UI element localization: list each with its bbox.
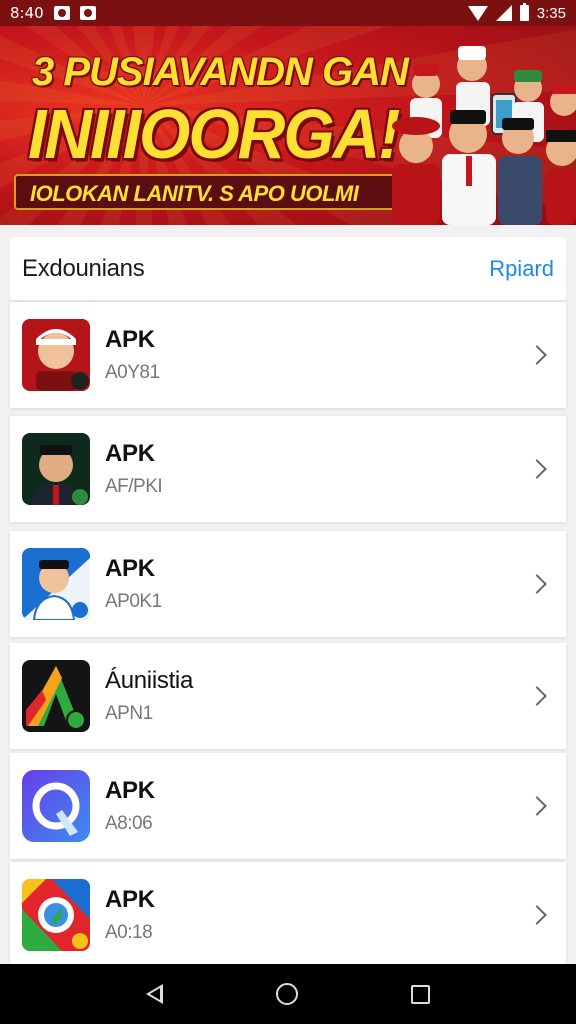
list-title: Exdounians bbox=[22, 254, 145, 282]
app-name: APK bbox=[105, 777, 155, 804]
app-list-item[interactable]: APK A0:18 bbox=[10, 862, 566, 968]
app-subtitle: A0:18 bbox=[105, 922, 153, 943]
green-a-app-icon bbox=[22, 660, 90, 732]
app-name: APK bbox=[105, 555, 155, 582]
back-icon[interactable] bbox=[146, 984, 164, 1004]
gallery-icon bbox=[79, 6, 96, 20]
chevron-right-icon bbox=[527, 796, 547, 816]
chevron-right-icon bbox=[527, 686, 547, 706]
status-time-right: 3:35 bbox=[536, 4, 566, 22]
app-subtitle: A8:06 bbox=[105, 813, 153, 834]
banner-people-illustration bbox=[392, 46, 576, 225]
chevron-right-icon bbox=[527, 345, 547, 365]
system-nav-bar bbox=[0, 964, 576, 1024]
app-list-item[interactable]: APK A8:06 bbox=[10, 753, 566, 859]
promo-banner[interactable]: 3 PUSIAVANDN GAN INIIIOORGA! IOLOKAN LAN… bbox=[0, 26, 576, 225]
recents-icon[interactable] bbox=[410, 984, 430, 1004]
banner-strip: IOLOKAN LANITV. S APO UOLMI bbox=[14, 174, 396, 210]
home-icon[interactable] bbox=[275, 983, 298, 1005]
image-icon bbox=[53, 6, 70, 20]
app-subtitle: AF/PKI bbox=[105, 476, 163, 497]
chevron-right-icon bbox=[527, 574, 547, 594]
app-name: APK bbox=[105, 886, 155, 913]
app-list-item[interactable]: APK AP0K1 bbox=[10, 531, 566, 637]
app-subtitle: A0Y81 bbox=[105, 362, 160, 383]
app-list-item[interactable]: Áuniistia APN1 bbox=[10, 643, 566, 749]
status-time-left: 8:40 bbox=[10, 4, 44, 22]
app-name: Áuniistia bbox=[105, 667, 194, 694]
signal-icon bbox=[495, 5, 512, 21]
app-name: APK bbox=[105, 326, 155, 353]
banner-headline-1: 3 PUSIAVANDN GAN bbox=[32, 50, 409, 94]
chevron-right-icon bbox=[527, 459, 547, 479]
app-list-item[interactable]: APK AF/PKI bbox=[10, 416, 566, 522]
app-subtitle: AP0K1 bbox=[105, 591, 162, 612]
red-hat-man-app-icon bbox=[22, 319, 90, 391]
list-header: Exdounians Rpiard bbox=[10, 237, 566, 301]
wifi-icon bbox=[467, 5, 488, 21]
app-list-item[interactable]: APK A0Y81 bbox=[10, 302, 566, 408]
banner-headline-2: INIIIOORGA! bbox=[28, 95, 400, 173]
list-action-link[interactable]: Rpiard bbox=[489, 256, 554, 282]
banner-strip-text: IOLOKAN LANITV. S APO UOLMI bbox=[30, 181, 359, 206]
status-bar: 8:40 3:35 bbox=[0, 0, 576, 26]
purple-q-app-icon bbox=[22, 770, 90, 842]
suit-man-app-icon bbox=[22, 433, 90, 505]
app-subtitle: APN1 bbox=[105, 703, 153, 724]
app-name: APK bbox=[105, 440, 155, 467]
battery-icon bbox=[519, 3, 529, 21]
blue-sailor-man-app-icon bbox=[22, 548, 90, 620]
chevron-right-icon bbox=[527, 905, 547, 925]
multicolor-compass-app-icon bbox=[22, 879, 90, 951]
